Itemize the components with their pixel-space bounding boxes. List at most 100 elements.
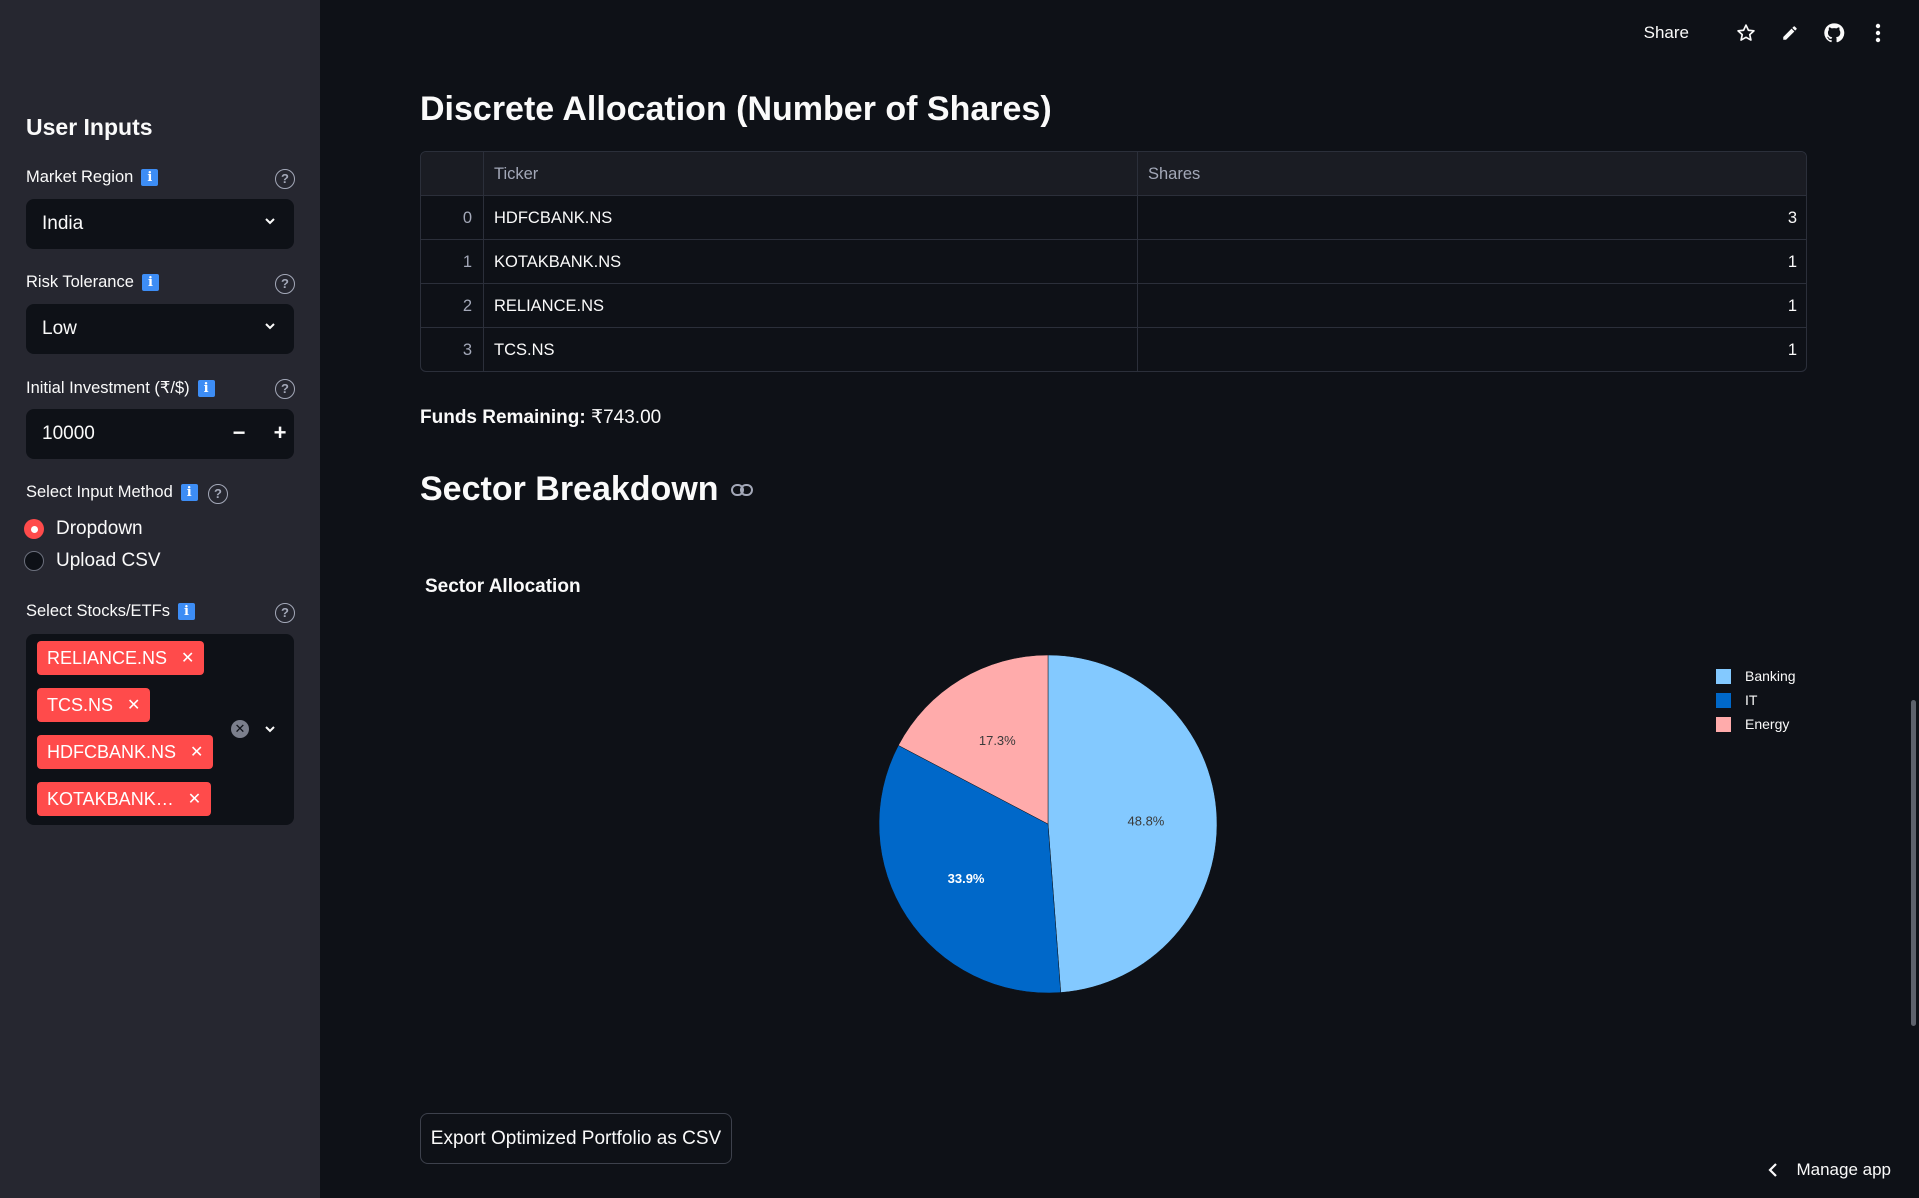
legend-item[interactable]: Energy xyxy=(1716,712,1796,736)
info-icon: i xyxy=(180,484,198,501)
initial-investment-label-text: Initial Investment (₹/$) xyxy=(26,379,190,397)
table-header-shares[interactable]: Shares xyxy=(1138,152,1806,196)
legend-label: IT xyxy=(1745,692,1758,708)
legend-swatch xyxy=(1716,668,1731,684)
row-shares[interactable]: 1 xyxy=(1138,284,1806,328)
remove-chip-icon[interactable]: ✕ xyxy=(188,789,201,809)
legend-item[interactable]: IT xyxy=(1716,688,1796,712)
remove-chip-icon[interactable]: ✕ xyxy=(181,648,194,668)
manage-app-button[interactable]: Manage app xyxy=(1768,1160,1891,1180)
scrollbar[interactable] xyxy=(1911,700,1916,1026)
risk-tolerance-value: Low xyxy=(42,318,77,339)
risk-tolerance-label: Risk Tolerance i xyxy=(26,273,159,292)
legend-item[interactable]: Banking xyxy=(1716,664,1796,688)
help-icon[interactable]: ? xyxy=(275,169,295,189)
initial-investment-value[interactable]: 10000 xyxy=(42,423,95,445)
funds-remaining: Funds Remaining: ₹743.00 xyxy=(420,406,661,429)
chart-legend[interactable]: Banking IT Energy xyxy=(1716,664,1796,736)
sidebar: User Inputs Market Region i ? India Risk… xyxy=(0,0,320,1198)
input-method-label-text: Select Input Method xyxy=(26,483,173,501)
radio-unselected-icon[interactable] xyxy=(24,551,44,571)
allocation-table[interactable]: Ticker Shares 0 HDFCBANK.NS 3 1 KOTAKBAN… xyxy=(420,151,1807,372)
export-csv-button[interactable]: Export Optimized Portfolio as CSV xyxy=(420,1113,732,1164)
manage-app-label: Manage app xyxy=(1796,1160,1891,1179)
row-ticker[interactable]: KOTAKBANK.NS xyxy=(484,240,1138,284)
link-icon[interactable] xyxy=(730,483,753,497)
clear-all-icon[interactable]: ✕ xyxy=(231,720,249,738)
chevron-down-icon xyxy=(265,323,275,330)
sector-breakdown-title: Sector Breakdown xyxy=(420,470,719,508)
pie-value-label: 17.3% xyxy=(979,733,1016,748)
table-header-index xyxy=(421,152,484,196)
share-button[interactable]: Share xyxy=(1644,23,1689,43)
table-header-row: Ticker Shares xyxy=(421,152,1806,196)
chevron-left-icon xyxy=(1768,1163,1778,1177)
row-shares[interactable]: 1 xyxy=(1138,240,1806,284)
sector-pie-chart[interactable]: 48.8% 33.9% 17.3% xyxy=(848,624,1248,1024)
stock-chip[interactable]: KOTAKBANK… ✕ xyxy=(37,782,212,816)
input-method-label: Select Input Method i xyxy=(26,483,198,502)
legend-label: Energy xyxy=(1745,716,1790,732)
help-icon[interactable]: ? xyxy=(275,379,295,399)
stocks-label: Select Stocks/ETFs i xyxy=(26,602,195,621)
legend-label: Banking xyxy=(1745,668,1796,684)
radio-label: Dropdown xyxy=(56,518,143,539)
radio-label: Upload CSV xyxy=(56,550,161,571)
remove-chip-icon[interactable]: ✕ xyxy=(127,695,140,715)
sidebar-title: User Inputs xyxy=(26,114,153,140)
table-row[interactable]: 2 RELIANCE.NS 1 xyxy=(421,284,1806,328)
remove-chip-icon[interactable]: ✕ xyxy=(190,742,203,762)
stock-chip-label: KOTAKBANK… xyxy=(47,788,174,809)
toolbar: Share xyxy=(1644,22,1889,44)
table-header-ticker[interactable]: Ticker xyxy=(484,152,1138,196)
market-region-value: India xyxy=(42,213,84,234)
pie-value-label: 48.8% xyxy=(1128,813,1165,828)
info-icon: i xyxy=(141,169,159,186)
chevron-down-icon[interactable] xyxy=(264,723,276,735)
row-ticker[interactable]: HDFCBANK.NS xyxy=(484,196,1138,240)
stock-chip[interactable]: TCS.NS ✕ xyxy=(37,688,151,722)
row-index: 0 xyxy=(421,196,484,240)
help-icon[interactable]: ? xyxy=(208,484,228,504)
stock-chip-label: TCS.NS xyxy=(47,694,114,715)
stock-chip[interactable]: HDFCBANK.NS ✕ xyxy=(37,735,214,769)
github-icon[interactable] xyxy=(1823,22,1845,44)
decrement-button[interactable]: − xyxy=(219,409,259,459)
table-row[interactable]: 3 TCS.NS 1 xyxy=(421,328,1806,371)
risk-tolerance-label-text: Risk Tolerance xyxy=(26,273,134,291)
stock-chip-label: HDFCBANK.NS xyxy=(47,741,177,762)
risk-tolerance-select[interactable]: Low xyxy=(26,304,294,354)
info-icon: i xyxy=(141,274,159,291)
initial-investment-input[interactable]: 10000 − + xyxy=(26,409,294,459)
row-index: 1 xyxy=(421,240,484,284)
row-ticker[interactable]: TCS.NS xyxy=(484,328,1138,371)
row-shares[interactable]: 1 xyxy=(1138,328,1806,371)
allocation-title: Discrete Allocation (Number of Shares) xyxy=(420,90,1052,128)
radio-selected-icon[interactable] xyxy=(24,519,44,539)
table-row[interactable]: 0 HDFCBANK.NS 3 xyxy=(421,196,1806,240)
row-ticker[interactable]: RELIANCE.NS xyxy=(484,284,1138,328)
row-index: 2 xyxy=(421,284,484,328)
market-region-select[interactable]: India xyxy=(26,199,294,249)
row-shares[interactable]: 3 xyxy=(1138,196,1806,240)
info-icon: i xyxy=(197,379,215,397)
star-icon[interactable] xyxy=(1735,22,1757,44)
funds-remaining-value: ₹743.00 xyxy=(591,407,662,428)
stock-chip[interactable]: RELIANCE.NS ✕ xyxy=(37,641,205,675)
edit-icon[interactable] xyxy=(1779,22,1801,44)
sector-breakdown-heading: Sector Breakdown xyxy=(420,470,753,509)
more-vertical-icon[interactable] xyxy=(1867,22,1889,44)
legend-swatch xyxy=(1716,716,1731,732)
info-icon: i xyxy=(177,603,195,620)
radio-option-dropdown[interactable]: Dropdown xyxy=(24,518,143,540)
help-icon[interactable]: ? xyxy=(275,603,295,623)
increment-button[interactable]: + xyxy=(260,409,300,459)
funds-remaining-label: Funds Remaining: xyxy=(420,407,586,428)
chevron-down-icon xyxy=(265,218,275,225)
row-index: 3 xyxy=(421,328,484,371)
radio-option-upload-csv[interactable]: Upload CSV xyxy=(24,550,161,572)
help-icon[interactable]: ? xyxy=(275,274,295,294)
stocks-multiselect[interactable]: RELIANCE.NS ✕ TCS.NS ✕ HDFCBANK.NS ✕ KOT… xyxy=(26,634,294,825)
table-row[interactable]: 1 KOTAKBANK.NS 1 xyxy=(421,240,1806,284)
stocks-label-text: Select Stocks/ETFs xyxy=(26,602,170,620)
